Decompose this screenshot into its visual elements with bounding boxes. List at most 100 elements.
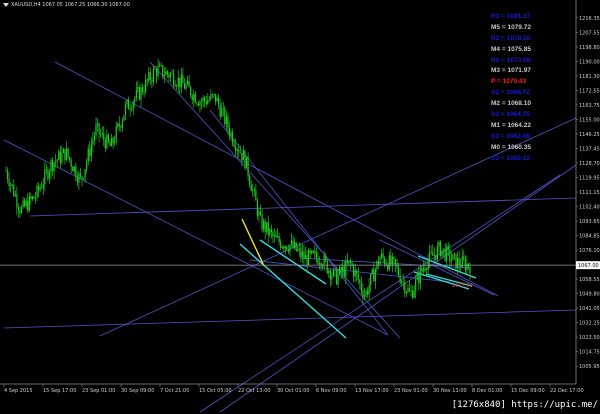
candle-body — [64, 149, 66, 161]
time-tick-label: 15 Oct 05:00 — [199, 388, 232, 394]
candle-body — [258, 211, 260, 216]
candle-body — [447, 246, 449, 250]
candle-body — [455, 254, 457, 269]
candle-body — [33, 196, 35, 199]
candle-body — [81, 176, 83, 179]
candle-body — [368, 285, 370, 295]
time-tick-label: 23 Nov 01:00 — [394, 388, 428, 394]
candle-body — [214, 94, 217, 102]
candle-body — [109, 141, 111, 147]
price-tick-label: 1198.80 — [579, 45, 600, 51]
candle-body — [202, 97, 204, 102]
price-tick-label: 1058.55 — [579, 277, 600, 283]
trendline — [241, 218, 265, 267]
candle-body — [391, 256, 394, 265]
candle-body — [73, 166, 75, 172]
candle-body — [225, 116, 227, 124]
time-tick-label: 7 Oct 21:00 — [160, 388, 189, 394]
candle-body — [58, 151, 60, 160]
candle-body — [51, 160, 54, 172]
candle-body — [62, 149, 65, 154]
candle-body — [159, 65, 161, 67]
candle-body — [244, 150, 246, 168]
candle-body — [345, 260, 347, 277]
price-tick-label: 1128.70 — [579, 161, 600, 167]
candle-body — [107, 134, 110, 142]
price-tick-label: 1005.95 — [579, 364, 600, 370]
price-tick-label: 1093.65 — [579, 219, 600, 225]
candle-body — [422, 268, 425, 271]
pivot-label: S3 — [491, 132, 499, 140]
time-tick-label: 13 Nov 17:00 — [355, 388, 389, 394]
watermark: [1276x840] https://upic.me/ — [451, 400, 598, 410]
candle-body — [24, 200, 26, 207]
chart-marker-label: 1063.50 — [452, 283, 473, 289]
candle-body — [438, 242, 440, 247]
candle-body — [308, 250, 310, 266]
candle-body — [126, 99, 128, 105]
candle-body — [439, 242, 442, 257]
candle-body — [221, 108, 223, 117]
candle-body — [410, 290, 412, 292]
candle-body — [231, 132, 234, 144]
pivot-value: 1060.12 — [506, 154, 530, 162]
candle-body — [55, 161, 57, 163]
candle-body — [424, 268, 426, 270]
trendline — [219, 164, 577, 413]
candle-body — [429, 251, 431, 261]
candle-body — [242, 150, 245, 161]
candle-body — [48, 171, 51, 179]
candle-body — [453, 254, 456, 255]
candle-body — [300, 248, 302, 257]
candle-body — [183, 83, 186, 89]
candle-body — [45, 169, 47, 170]
candle-body — [280, 242, 282, 248]
candle-body — [207, 100, 209, 105]
candle-body — [363, 294, 366, 297]
candle-body — [213, 94, 215, 95]
candle-body — [47, 169, 49, 179]
candle-body — [430, 251, 432, 253]
candle-body — [25, 200, 27, 207]
candle-body — [34, 197, 37, 199]
candle-body — [359, 280, 361, 283]
candle-body — [115, 126, 117, 142]
candle-body — [106, 134, 108, 149]
candle-body — [418, 273, 420, 284]
candle-body — [197, 103, 200, 106]
candle-body — [458, 257, 460, 266]
candle-body — [256, 200, 258, 216]
candle-body — [301, 251, 304, 257]
candle-body — [174, 85, 176, 87]
pivot-label: M1 — [491, 121, 501, 129]
candle-body — [273, 235, 276, 237]
candle-body — [370, 273, 372, 286]
candle-body — [446, 246, 448, 261]
candle-body — [199, 102, 201, 106]
candle-body — [297, 249, 299, 251]
candle-body — [275, 235, 277, 238]
price-tick-label: 1084.85 — [579, 234, 600, 240]
candle-body — [186, 80, 189, 85]
pivot-row: S2 = 1064.75 — [491, 111, 530, 119]
candle-body — [398, 267, 400, 276]
candle-body — [407, 288, 409, 293]
dropdown-triangle-icon[interactable] — [3, 2, 9, 7]
candle-body — [148, 72, 150, 81]
candle-body — [394, 259, 397, 265]
candle-body — [339, 267, 341, 275]
price-tick-label: 1137.45 — [579, 147, 600, 153]
candle-body — [298, 248, 300, 250]
candle-body — [37, 185, 40, 191]
symbol-header: XAUUSD,H4 1067.05 1067.25 1066.30 1067.0… — [3, 2, 130, 8]
candle-body — [61, 153, 63, 163]
price-tick-label: 1163.75 — [579, 103, 600, 109]
candle-body — [124, 104, 127, 116]
candle-body — [27, 200, 29, 211]
pivot-value: 1068.72 — [506, 89, 530, 97]
trendline — [239, 243, 347, 339]
candle-body — [290, 240, 293, 245]
candle-body — [450, 259, 452, 262]
candle-body — [387, 264, 389, 270]
candle-body — [249, 176, 251, 185]
